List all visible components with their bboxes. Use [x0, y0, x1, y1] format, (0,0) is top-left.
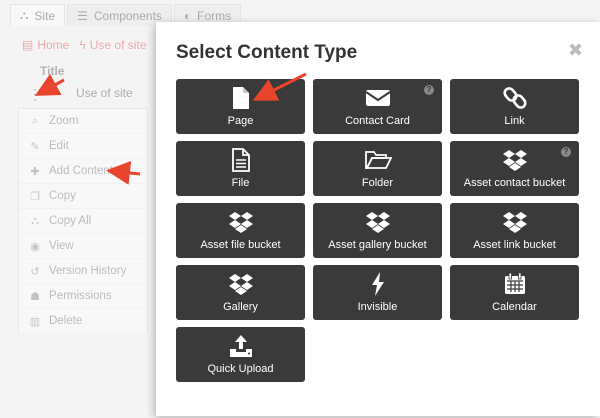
dropbox-icon [501, 209, 529, 235]
menu-item-copy[interactable]: ❐ Copy [19, 184, 147, 209]
tile-label: Asset gallery bucket [328, 239, 427, 251]
menu-item-edit[interactable]: ✎ Edit [19, 134, 147, 159]
tile-label: Quick Upload [207, 363, 274, 375]
tile-label: Asset link bucket [473, 239, 556, 251]
menu-item-label: Version History [49, 265, 127, 277]
tile-label: Invisible [357, 301, 398, 313]
column-header-title: Title [40, 64, 65, 78]
row-menu-icon[interactable]: ⋮ [28, 86, 42, 103]
tile-label: Asset contact bucket [463, 177, 566, 189]
help-icon[interactable]: ? [561, 147, 571, 157]
menu-item-label: Permissions [49, 290, 112, 302]
file-icon [227, 147, 255, 173]
breadcrumb-label: Use of site [89, 38, 147, 52]
help-icon[interactable]: ? [424, 85, 434, 95]
select-content-type-modal: Select Content Type ✖ Page ? Contact Car… [156, 22, 600, 416]
document-icon: ▤ [22, 38, 34, 52]
menu-item-add-content[interactable]: ✚ Add Content [19, 159, 147, 184]
content-type-asset-link-bucket[interactable]: Asset link bucket [450, 203, 579, 258]
toggle-icon: ◐ [183, 8, 192, 23]
menu-item-label: Add Content [49, 165, 113, 177]
tile-label: Calendar [492, 301, 537, 313]
zoom-icon: ⌕ [31, 114, 39, 127]
folder-icon [364, 147, 392, 173]
content-type-calendar[interactable]: Calendar [450, 265, 579, 320]
content-type-quick-upload[interactable]: Quick Upload [176, 327, 305, 382]
users-icon: ☗ [30, 290, 40, 303]
content-type-file[interactable]: File [176, 141, 305, 196]
menu-item-label: View [49, 240, 74, 252]
content-type-asset-file-bucket[interactable]: Asset file bucket [176, 203, 305, 258]
list-icon: ☰ [77, 8, 88, 23]
content-type-contact-card[interactable]: ? Contact Card [313, 79, 442, 134]
menu-item-permissions[interactable]: ☗ Permissions [19, 284, 147, 309]
content-type-asset-contact-bucket[interactable]: ? Asset contact bucket [450, 141, 579, 196]
content-type-invisible[interactable]: Invisible [313, 265, 442, 320]
close-icon[interactable]: ✖ [568, 40, 583, 61]
modal-title: Select Content Type [176, 42, 358, 63]
tab-label: Forms [197, 8, 232, 23]
tab-label: Components [93, 8, 162, 23]
dropbox-icon [501, 147, 529, 173]
envelope-icon [364, 85, 392, 111]
sitemap-icon: ⛬ [31, 214, 39, 227]
context-menu: ⌕ Zoom ✎ Edit ✚ Add Content ❐ Copy ⛬ Copy All… [18, 108, 148, 334]
breadcrumb-use-of-site[interactable]: ϟ Use of site [79, 38, 146, 52]
menu-item-view[interactable]: ◉ View [19, 234, 147, 259]
history-icon: ↺ [30, 265, 40, 278]
content-type-link[interactable]: Link [450, 79, 579, 134]
menu-item-label: Zoom [49, 115, 79, 127]
dropbox-icon [364, 209, 392, 235]
sitemap-icon: ⛬ [20, 8, 29, 22]
dropbox-icon [227, 209, 255, 235]
copy-icon: ❐ [30, 190, 40, 203]
content-type-page[interactable]: Page [176, 79, 305, 134]
tile-label: File [231, 177, 250, 189]
bolt-icon: ϟ [79, 38, 86, 52]
row-title: Use of site [76, 86, 133, 100]
tile-label: Link [504, 115, 525, 127]
calendar-icon [501, 271, 529, 297]
tile-label: Folder [361, 177, 394, 189]
menu-item-label: Edit [49, 140, 69, 152]
content-type-grid: Page ? Contact Card Link File Folder ? A… [176, 79, 580, 382]
eye-icon: ◉ [30, 240, 40, 253]
dropbox-icon [227, 271, 255, 297]
menu-item-label: Copy [49, 190, 76, 202]
menu-item-copy-all[interactable]: ⛬ Copy All [19, 209, 147, 234]
menu-item-zoom[interactable]: ⌕ Zoom [19, 109, 147, 134]
content-type-folder[interactable]: Folder [313, 141, 442, 196]
tab-label: Site [34, 8, 56, 23]
menu-item-version-history[interactable]: ↺ Version History [19, 259, 147, 284]
menu-item-label: Delete [49, 315, 83, 327]
trash-icon: ▥ [29, 315, 41, 328]
page-icon [227, 85, 255, 111]
breadcrumb: ▤ Home ϟ Use of site [22, 38, 146, 52]
tab-site[interactable]: ⛬ Site [10, 4, 66, 26]
tile-label: Contact Card [345, 115, 410, 127]
upload-icon [227, 333, 255, 359]
tile-label: Gallery [223, 301, 258, 313]
breadcrumb-home[interactable]: ▤ Home [22, 38, 69, 52]
tile-label: Asset file bucket [200, 239, 281, 251]
breadcrumb-label: Home [37, 38, 70, 52]
content-type-asset-gallery-bucket[interactable]: Asset gallery bucket [313, 203, 442, 258]
plus-icon: ✚ [30, 165, 40, 178]
link-icon [501, 85, 529, 111]
menu-item-label: Copy All [49, 215, 92, 227]
bolt-icon [364, 271, 392, 297]
pencil-icon: ✎ [30, 140, 40, 153]
content-type-gallery[interactable]: Gallery [176, 265, 305, 320]
tile-label: Page [227, 115, 254, 127]
menu-item-delete[interactable]: ▥ Delete [19, 309, 147, 334]
